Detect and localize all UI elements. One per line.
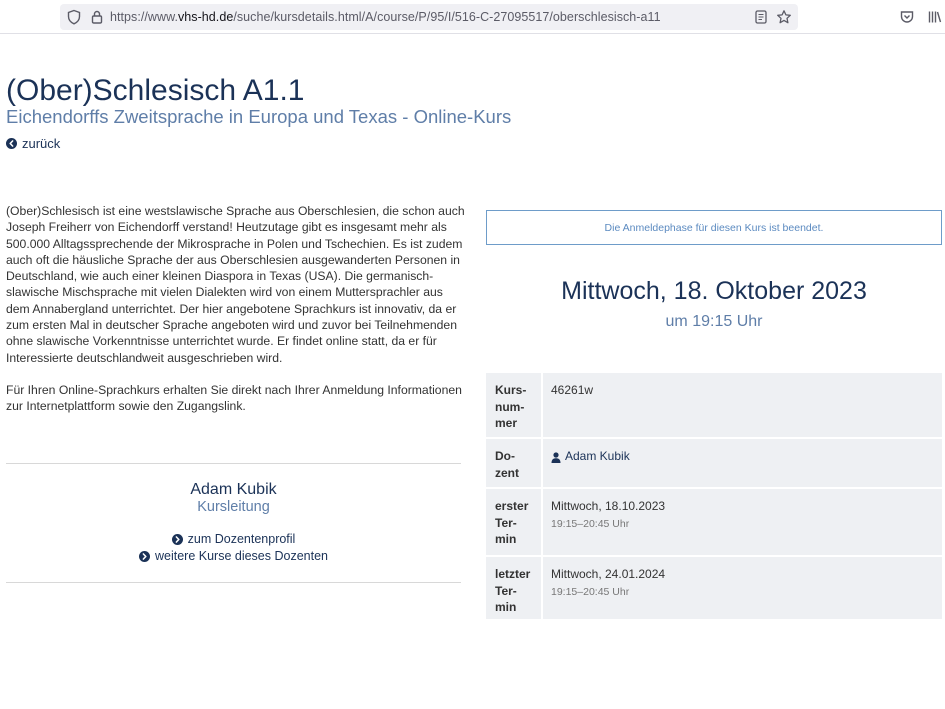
library-icon[interactable] [927,9,943,25]
course-info-table: Kurs- num- mer 46261w Do- zent Adam Kubi… [486,373,942,621]
info-label: letzter Ter- min [486,557,543,619]
back-link[interactable]: zurück [6,136,60,151]
divider [6,582,461,583]
page-subtitle: Eichendorffs Zweitsprache in Europa und … [6,106,512,127]
first-session-time: 19:15–20:45 Uhr [551,517,630,530]
divider [6,463,461,464]
teacher-profile-link[interactable]: zum Dozentenprofil [6,532,461,546]
address-bar[interactable]: https://www.vhs-hd.de/suche/kursdetails.… [60,4,798,30]
info-value: Adam Kubik [543,439,942,487]
info-value: Mittwoch, 18.10.2023 19:15–20:45 Uhr [543,489,942,555]
info-label: erster Ter- min [486,489,543,555]
pocket-icon[interactable] [899,9,915,25]
teacher-role: Kursleitung [197,499,270,515]
teacher-table-link[interactable]: Adam Kubik [551,448,630,465]
first-session-date: Mittwoch, 18.10.2023 [551,499,666,513]
registration-closed-notice: Die Anmeldephase für diesen Kurs ist bee… [486,210,942,245]
lock-icon[interactable] [89,9,105,25]
description-paragraph: (Ober)Schlesisch ist eine westslawische … [6,204,465,365]
description-paragraph: Für Ihren Online-Sprachkurs erhalten Sie… [6,382,462,414]
reader-view-icon[interactable] [753,9,769,25]
page-title: (Ober)Schlesisch A1.1 [6,74,305,107]
url-text[interactable]: https://www.vhs-hd.de/suche/kursdetails.… [110,10,661,24]
info-row-teacher: Do- zent Adam Kubik [486,439,942,487]
teacher-table-name: Adam Kubik [565,449,630,463]
chevron-left-circle-icon [6,138,17,149]
user-icon [551,451,561,463]
info-value: Mittwoch, 24.01.2024 19:15–20:45 Uhr [543,557,942,619]
info-row-course-number: Kurs- num- mer 46261w [486,373,942,437]
chevron-right-circle-icon [171,533,183,545]
course-description: (Ober)Schlesisch ist eine westslawische … [6,203,466,415]
info-label: Do- zent [486,439,543,487]
teacher-profile-label: zum Dozentenprofil [187,532,296,546]
info-row-first-session: erster Ter- min Mittwoch, 18.10.2023 19:… [486,489,942,555]
browser-toolbar: https://www.vhs-hd.de/suche/kursdetails.… [0,0,945,34]
bookmark-star-icon[interactable] [776,9,792,25]
course-number: 46261w [551,383,594,397]
back-link-label: zurück [22,136,61,151]
info-label: Kurs- num- mer [486,373,543,437]
last-session-time: 19:15–20:45 Uhr [551,585,630,598]
teacher-more-courses-link[interactable]: weitere Kurse dieses Dozenten [6,549,461,563]
course-date: Mittwoch, 18. Oktober 2023 [561,277,867,305]
info-row-last-session: letzter Ter- min Mittwoch, 24.01.2024 19… [486,557,942,619]
teacher-name: Adam Kubik [190,481,277,498]
chevron-right-circle-icon [138,550,150,562]
teacher-more-courses-label: weitere Kurse dieses Dozenten [154,549,328,563]
course-time: um 19:15 Uhr [665,313,763,330]
last-session-date: Mittwoch, 24.01.2024 [551,567,666,581]
shield-icon[interactable] [66,9,82,25]
